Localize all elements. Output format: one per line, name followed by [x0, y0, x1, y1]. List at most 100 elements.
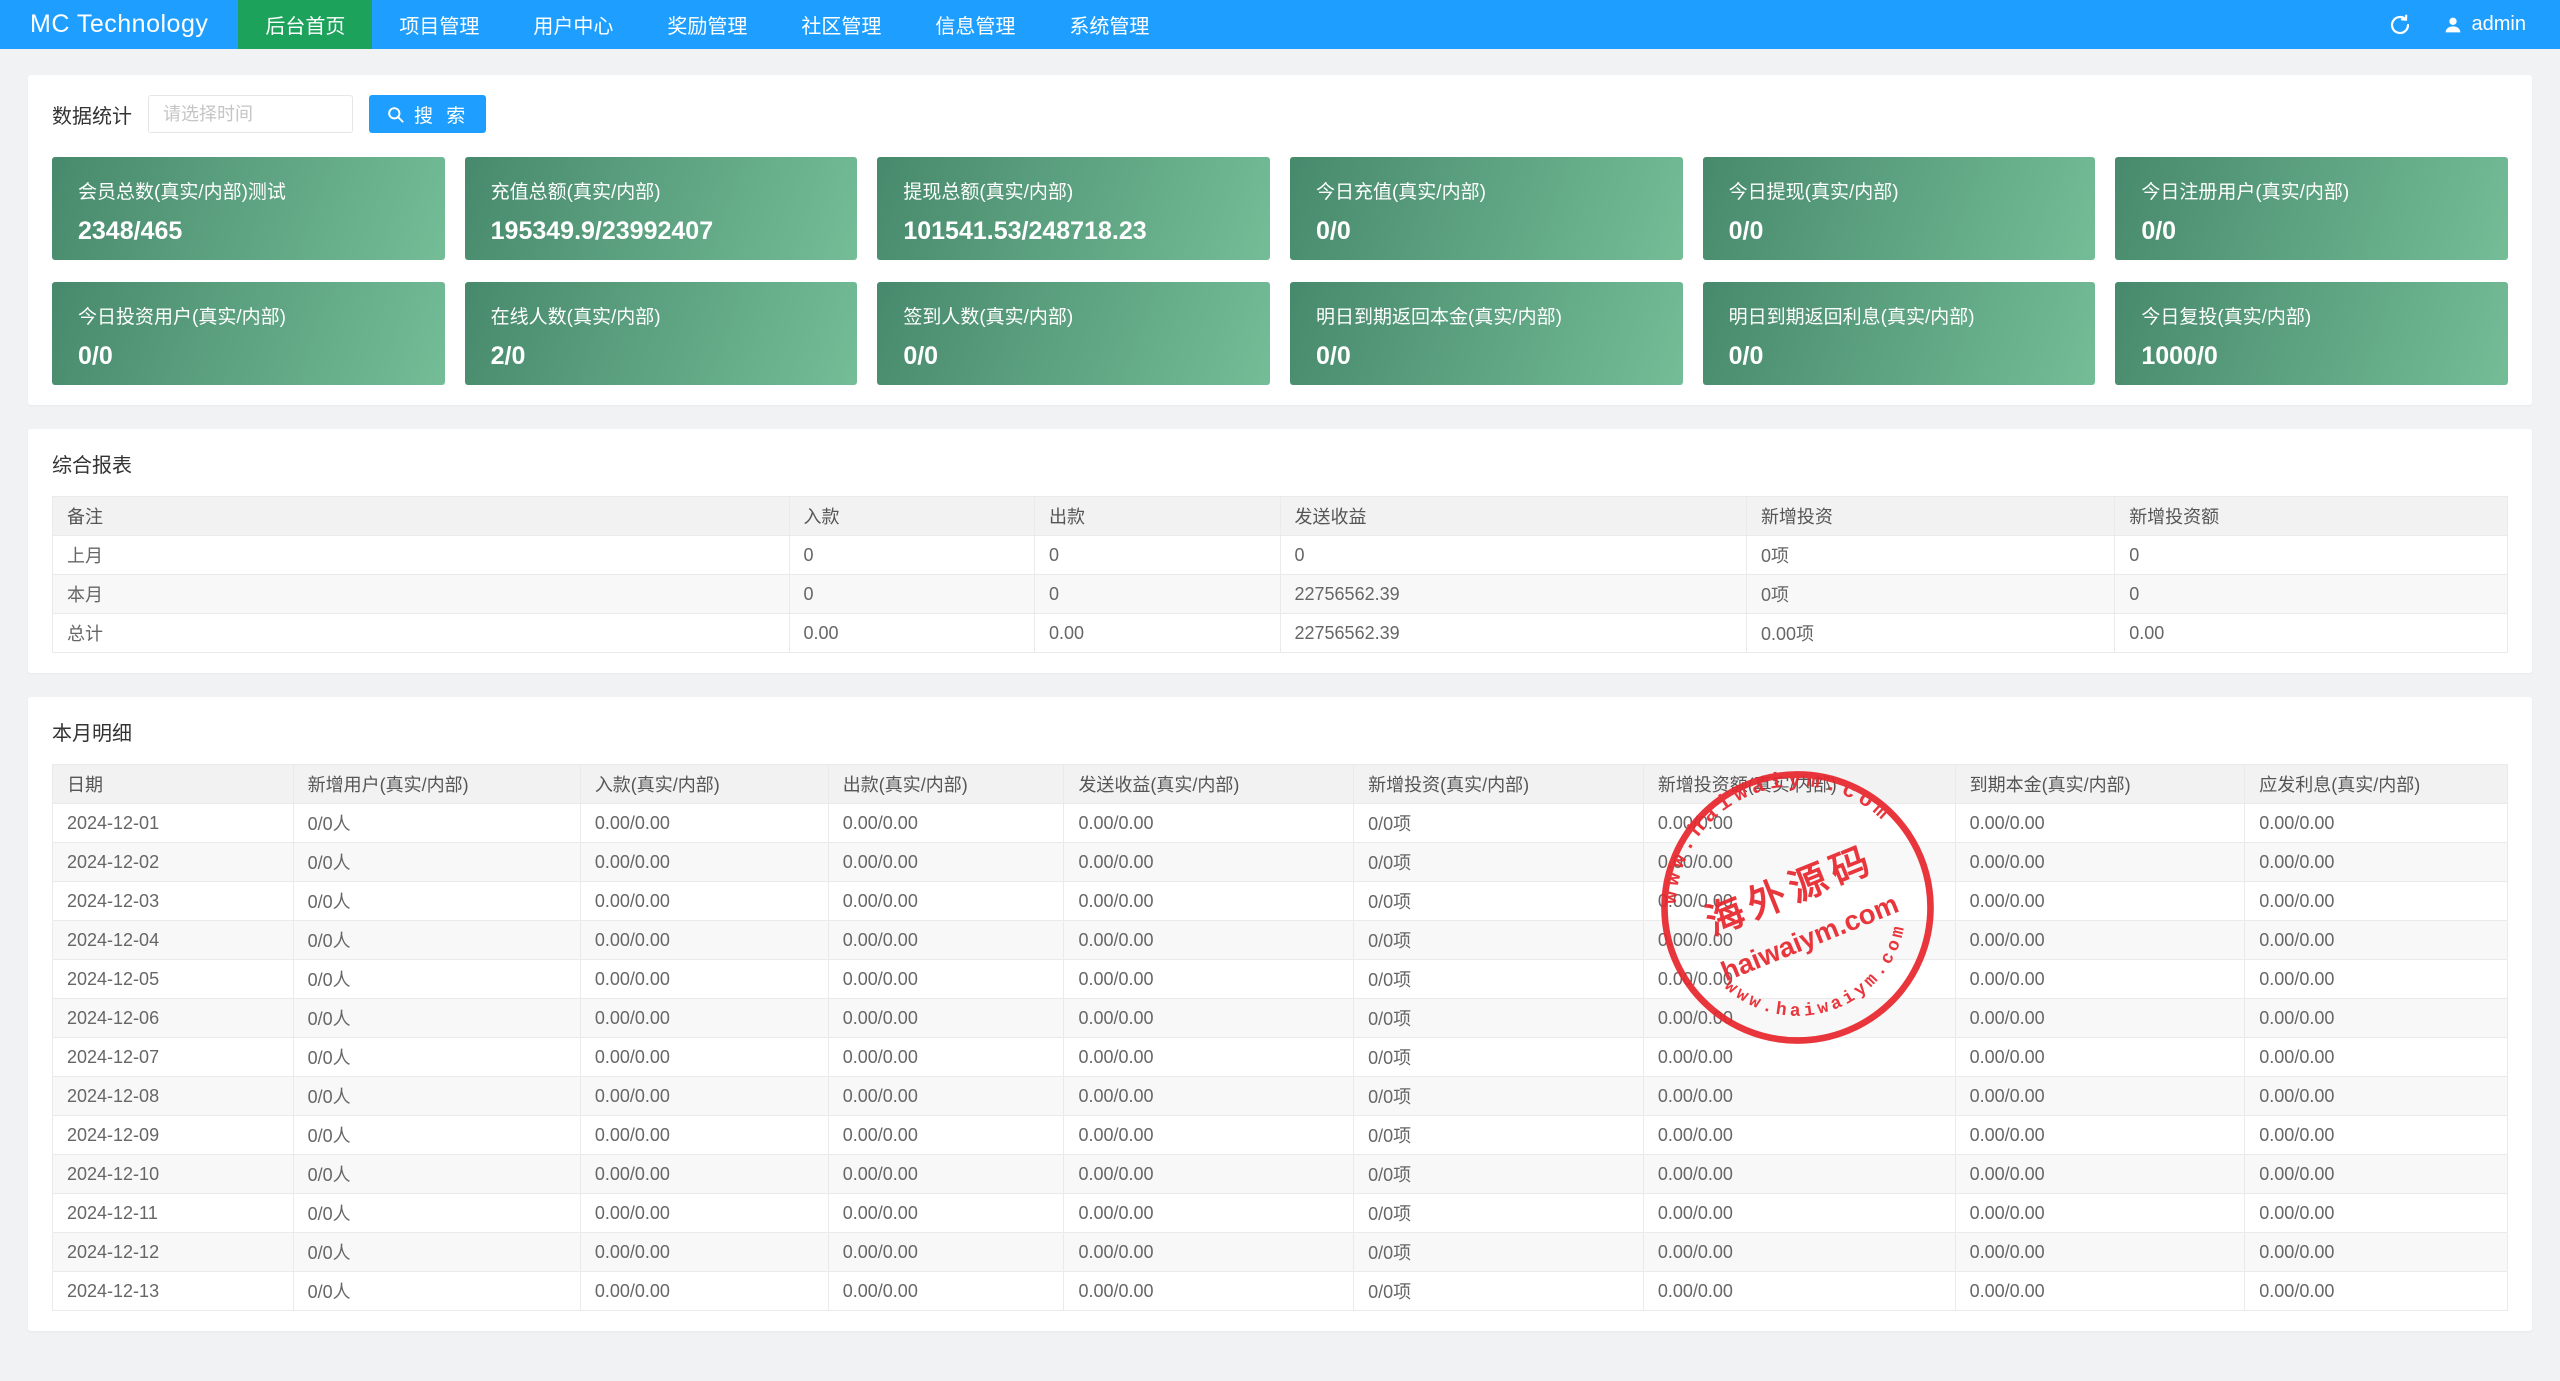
table-row: 2024-12-07 0/0人 0.00/0.00 0.00/0.00 0.00/0.0… — [52, 1037, 2508, 1077]
table-cell: 0/0人 — [292, 803, 581, 843]
table-cell: 0项 — [1745, 574, 2116, 614]
table-cell: 0.00/0.00 — [1954, 1232, 2246, 1272]
table-cell: 0.00/0.00 — [1063, 803, 1355, 843]
table-cell: 0.00/0.00 — [827, 1076, 1065, 1116]
column-header: 出款(真实/内部) — [827, 764, 1065, 804]
stat-card-title: 今日复投(真实/内部) — [2141, 307, 2312, 328]
table-cell: 2024-12-07 — [52, 1037, 294, 1077]
nav-item-1[interactable]: 项目管理 — [372, 0, 506, 49]
table-cell: 0/0项 — [1353, 959, 1644, 999]
stat-card-value: 0/0 — [1728, 342, 1764, 370]
table-cell: 2024-12-11 — [52, 1193, 294, 1233]
stat-card-8: 签到人数(真实/内部) 0/0 — [877, 282, 1270, 385]
refresh-icon[interactable] — [2388, 13, 2412, 37]
stat-card-9: 明日到期返回本金(真实/内部) 0/0 — [1289, 282, 1683, 385]
stat-card-value: 0/0 — [1728, 217, 1764, 245]
column-header: 发送收益(真实/内部) — [1063, 764, 1355, 804]
user-icon — [2442, 14, 2464, 36]
table-cell: 0 — [1034, 535, 1281, 575]
table-cell: 0.00 — [788, 613, 1035, 653]
table-cell: 0.00/0.00 — [1954, 1076, 2246, 1116]
table-cell: 0.00/0.00 — [1063, 842, 1355, 882]
table-cell: 0.00/0.00 — [1642, 1115, 1956, 1155]
stat-card-7: 在线人数(真实/内部) 2/0 — [464, 282, 858, 385]
top-navbar: MC Technology 后台首页 项目管理 用户中心 奖励管理 社区管理 信息管理 系统… — [0, 0, 2560, 49]
navbar-right: admin — [2388, 0, 2560, 49]
table-cell: 0/0人 — [292, 842, 581, 882]
stat-card-1: 充值总额(真实/内部) 195349.9/23992407 — [464, 157, 858, 260]
table-cell: 0.00/0.00 — [827, 1193, 1065, 1233]
search-button[interactable]: 搜 索 — [369, 95, 487, 133]
table-cell: 0/0项 — [1353, 1232, 1644, 1272]
table-cell: 0/0项 — [1353, 1076, 1644, 1116]
table-cell: 0/0项 — [1353, 1154, 1644, 1194]
table-cell: 0/0项 — [1353, 1271, 1644, 1311]
table-row: 2024-12-13 0/0人 0.00/0.00 0.00/0.00 0.00/0.0… — [52, 1271, 2508, 1311]
table-cell: 0.00/0.00 — [1063, 881, 1355, 921]
table-cell: 0.00/0.00 — [2244, 1154, 2508, 1194]
table-row: 2024-12-05 0/0人 0.00/0.00 0.00/0.00 0.00/0.0… — [52, 959, 2508, 999]
stat-card-3: 今日充值(真实/内部) 0/0 — [1289, 157, 1683, 260]
table-row: 2024-12-09 0/0人 0.00/0.00 0.00/0.00 0.00/0.0… — [52, 1115, 2508, 1155]
table-cell: 2024-12-10 — [52, 1154, 294, 1194]
table-row: 本月 0 0 22756562.39 0项 0 — [52, 574, 2508, 614]
table-cell: 0.00/0.00 — [1954, 881, 2246, 921]
table-cell: 0/0人 — [292, 1154, 581, 1194]
column-header: 出款 — [1034, 496, 1281, 536]
table-cell: 0.00/0.00 — [827, 842, 1065, 882]
table-cell: 0.00/0.00 — [2244, 842, 2508, 882]
nav-item-4[interactable]: 社区管理 — [774, 0, 908, 49]
table-cell: 0.00/0.00 — [827, 803, 1065, 843]
table-cell: 0.00/0.00 — [1642, 920, 1956, 960]
table-cell: 0 — [788, 574, 1035, 614]
nav-item-6[interactable]: 系统管理 — [1042, 0, 1176, 49]
nav-item-0[interactable]: 后台首页 — [238, 0, 373, 49]
stat-card-value: 101541.53/248718.23 — [903, 217, 1147, 245]
table-cell: 0.00/0.00 — [1063, 1037, 1355, 1077]
search-row: 数据统计 搜 索 — [52, 95, 2508, 133]
table-cell: 0.00/0.00 — [2244, 959, 2508, 999]
table-cell: 0/0人 — [292, 1076, 581, 1116]
table-cell: 总计 — [52, 613, 790, 653]
table-cell: 0 — [2114, 574, 2508, 614]
table-cell: 0.00/0.00 — [827, 881, 1065, 921]
table-cell: 0.00/0.00 — [579, 1193, 829, 1233]
table-cell: 0项 — [1745, 535, 2116, 575]
table-row: 2024-12-04 0/0人 0.00/0.00 0.00/0.00 0.00/0.0… — [52, 920, 2508, 960]
stat-cards-grid: 会员总数(真实/内部)测试 2348/465 充值总额(真实/内部) 195349.9… — [52, 157, 2508, 385]
table-row: 2024-12-02 0/0人 0.00/0.00 0.00/0.00 0.00/0.0… — [52, 842, 2508, 882]
nav-menu: 后台首页 项目管理 用户中心 奖励管理 社区管理 信息管理 系统管理 — [238, 0, 1176, 49]
table-cell: 0.00 — [2114, 613, 2508, 653]
table-cell: 0.00/0.00 — [1063, 998, 1355, 1038]
table-cell: 0/0项 — [1353, 920, 1644, 960]
nav-item-2[interactable]: 用户中心 — [506, 0, 640, 49]
table-cell: 0.00/0.00 — [579, 842, 829, 882]
table-cell: 0.00/0.00 — [579, 1037, 829, 1077]
column-header: 发送收益 — [1279, 496, 1747, 536]
table-cell: 0.00/0.00 — [1954, 1154, 2246, 1194]
stat-card-title: 明日到期返回利息(真实/内部) — [1728, 307, 1975, 328]
table-cell: 0.00/0.00 — [1063, 959, 1355, 999]
table-cell: 0.00/0.00 — [579, 1271, 829, 1311]
nav-item-3[interactable]: 奖励管理 — [640, 0, 774, 49]
table-cell: 0.00/0.00 — [1642, 842, 1956, 882]
column-header: 新增用户(真实/内部) — [292, 764, 581, 804]
table-cell: 0.00/0.00 — [1642, 803, 1956, 843]
stat-card-title: 今日注册用户(真实/内部) — [2141, 182, 2350, 203]
table-cell: 2024-12-05 — [52, 959, 294, 999]
date-range-input[interactable] — [148, 95, 353, 133]
table-row: 总计 0.00 0.00 22756562.39 0.00项 0.00 — [52, 613, 2508, 653]
brand-logo[interactable]: MC Technology — [0, 0, 238, 49]
column-header: 新增投资(真实/内部) — [1353, 764, 1644, 804]
column-header: 入款 — [788, 496, 1035, 536]
nav-item-5[interactable]: 信息管理 — [908, 0, 1042, 49]
stat-card-value: 2348/465 — [78, 217, 183, 245]
table-cell: 0.00/0.00 — [1063, 1232, 1355, 1272]
table-cell: 0.00/0.00 — [1063, 1076, 1355, 1116]
admin-user[interactable]: admin — [2442, 13, 2526, 36]
table-cell: 0/0项 — [1353, 1037, 1644, 1077]
table-cell: 0/0项 — [1353, 1115, 1644, 1155]
table-cell: 0/0人 — [292, 881, 581, 921]
table-cell: 0.00/0.00 — [1642, 1154, 1956, 1194]
stat-card-title: 在线人数(真实/内部) — [490, 307, 661, 328]
